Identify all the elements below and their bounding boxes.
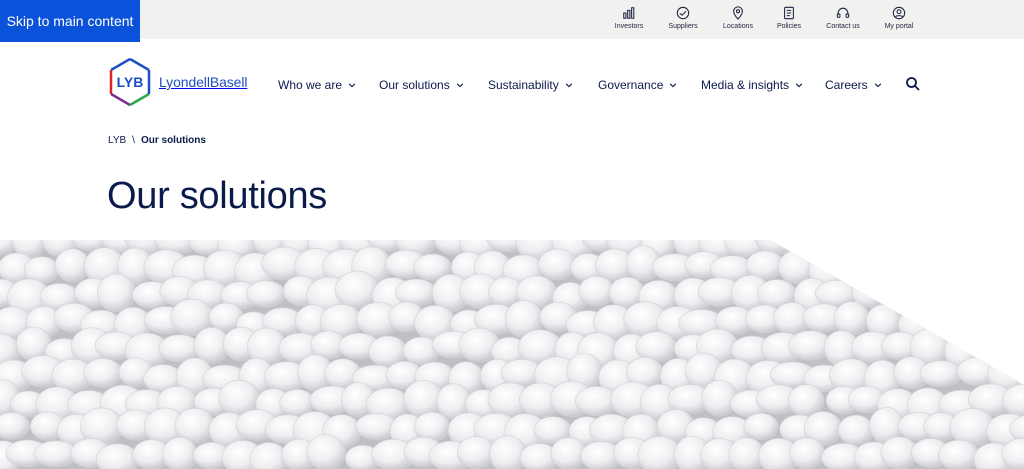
nav-label: Media & insights	[701, 78, 790, 92]
hexagon-logo-icon: LYB	[109, 57, 151, 107]
breadcrumb: LYB \ Our solutions	[108, 135, 206, 146]
utility-bar: Investors Suppliers Locations Policies C…	[0, 0, 1024, 39]
pellet	[162, 437, 198, 469]
pellet	[743, 413, 779, 441]
pellet	[839, 251, 876, 281]
location-pin-icon	[733, 6, 743, 20]
pellet	[989, 252, 1024, 284]
nav-governance[interactable]: Governance	[598, 76, 677, 94]
utility-policies[interactable]: Policies	[761, 6, 817, 36]
pellet	[83, 358, 123, 388]
page-title: Our solutions	[107, 175, 327, 217]
chevron-down-icon	[670, 83, 677, 88]
nav-who-we-are[interactable]: Who we are	[278, 76, 356, 94]
pellet	[1017, 306, 1024, 342]
pellet	[97, 273, 136, 312]
pellet	[955, 250, 992, 286]
pellet	[970, 281, 1017, 312]
utility-label: Suppliers	[668, 23, 698, 30]
document-icon	[784, 6, 794, 20]
breadcrumb-separator: \	[132, 135, 135, 146]
pellet	[1002, 240, 1024, 258]
nav-label: Careers	[825, 78, 868, 92]
nav-label: Sustainability	[488, 78, 559, 92]
utility-investors[interactable]: Investors	[601, 6, 657, 36]
pellet	[955, 306, 991, 335]
logo-name: LyondellBasell	[159, 74, 248, 90]
pellet	[987, 304, 1024, 341]
utility-locations[interactable]: Locations	[710, 6, 766, 36]
pellet	[919, 360, 963, 388]
handshake-icon	[676, 6, 690, 20]
utility-label: Contact us	[826, 23, 860, 30]
chevron-down-icon	[348, 83, 356, 88]
breadcrumb-current: Our solutions	[140, 135, 206, 146]
pellet	[789, 437, 826, 469]
pellet	[995, 275, 1024, 311]
headset-icon	[836, 7, 850, 18]
pellet	[880, 240, 919, 253]
chevron-down-icon	[874, 83, 881, 88]
pellet	[884, 276, 920, 309]
utility-my-portal[interactable]: My portal	[871, 6, 927, 36]
nav-sustainability[interactable]: Sustainability	[488, 76, 573, 94]
pellet	[847, 240, 893, 257]
pellet	[245, 280, 287, 308]
pellet	[837, 414, 874, 446]
search-button[interactable]	[905, 76, 921, 92]
nav-media-insights[interactable]: Media & insights	[701, 76, 803, 94]
pellet	[306, 434, 346, 469]
pellet	[944, 240, 981, 251]
pellet	[1002, 329, 1024, 360]
pellet	[413, 411, 450, 442]
hero-image-plastic-pellets	[0, 240, 1024, 469]
nav-careers[interactable]: Careers	[825, 76, 882, 94]
pellet	[937, 281, 982, 310]
nav-label: Who we are	[278, 78, 343, 92]
utility-contact-us[interactable]: Contact us	[815, 6, 871, 36]
breadcrumb-root-link[interactable]: LYB	[108, 135, 126, 146]
pellet	[1017, 251, 1024, 284]
chevron-down-icon	[565, 83, 572, 88]
pellet	[938, 439, 980, 469]
pellet	[923, 301, 969, 335]
pellet	[907, 240, 946, 254]
pellet	[819, 240, 856, 250]
lyb-logo-mark: LYB	[108, 57, 152, 107]
utility-label: Investors	[614, 23, 644, 30]
lyb-logo[interactable]: LYB LyondellBasell	[108, 56, 253, 108]
bar-chart-icon	[623, 7, 635, 19]
utility-label: Policies	[776, 23, 802, 30]
utility-label: Locations	[723, 23, 753, 30]
pellet	[893, 251, 933, 281]
nav-label: Our solutions	[379, 78, 450, 92]
nav-our-solutions[interactable]: Our solutions	[379, 76, 464, 94]
utility-suppliers[interactable]: Suppliers	[655, 6, 711, 36]
chevron-down-icon	[456, 83, 463, 88]
pellet	[861, 249, 903, 288]
pellet	[833, 301, 870, 336]
pellet	[971, 240, 1011, 251]
chevron-down-icon	[795, 83, 803, 88]
user-icon	[892, 6, 906, 20]
pellet	[395, 278, 438, 307]
logo-mark-text: LYB	[117, 74, 144, 90]
pellet	[926, 250, 971, 286]
skip-to-main-content-link[interactable]: Skip to main content	[0, 0, 140, 42]
search-icon	[906, 77, 920, 91]
pellets-image	[0, 240, 1024, 469]
nav-label: Governance	[598, 78, 664, 92]
utility-label: My portal	[884, 23, 914, 30]
pellet	[912, 276, 947, 313]
pellet	[975, 332, 1012, 359]
